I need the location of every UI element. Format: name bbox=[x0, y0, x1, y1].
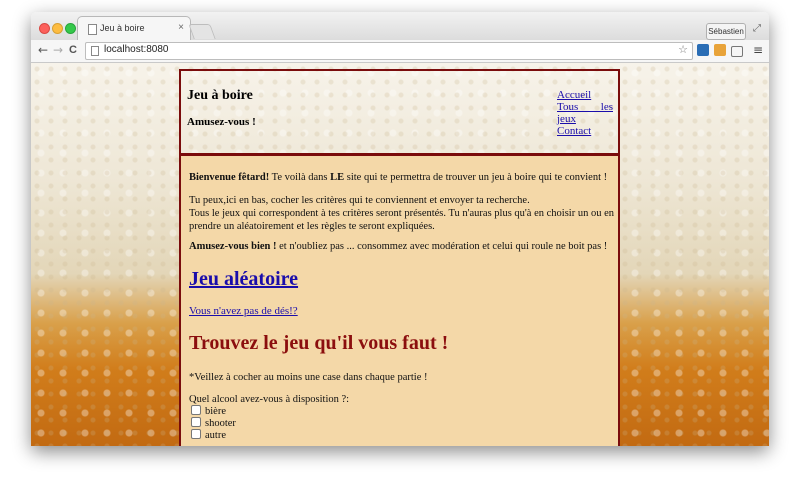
nav-link-contact[interactable]: Contact bbox=[557, 125, 613, 137]
page-icon bbox=[88, 24, 97, 35]
checkbox[interactable] bbox=[191, 417, 201, 427]
option-other[interactable]: autre bbox=[191, 429, 226, 441]
finder-heading: Trouvez le jeu qu'il vous faut ! bbox=[189, 332, 449, 354]
fullscreen-icon[interactable]: ⤢ bbox=[753, 23, 761, 34]
extension-icon[interactable] bbox=[697, 44, 709, 56]
tab-close-icon[interactable]: × bbox=[178, 22, 184, 33]
welcome-text-end: site qui te permettra de trouver un jeu … bbox=[344, 172, 608, 183]
main-content: Bienvenue fêtard! Te voilà dans LE site … bbox=[179, 156, 620, 446]
welcome-le: LE bbox=[330, 172, 345, 183]
site-title: Jeu à boire bbox=[187, 88, 253, 103]
no-dice-link[interactable]: Vous n'avez pas de dés!? bbox=[189, 305, 298, 317]
nav-link-home[interactable]: Accueil bbox=[557, 89, 613, 101]
welcome-text: Te voilà dans bbox=[269, 172, 331, 183]
checkbox[interactable] bbox=[191, 405, 201, 415]
welcome-paragraph: Bienvenue fêtard! Te voilà dans LE site … bbox=[189, 171, 614, 184]
nav-link-all-games[interactable]: Tous les jeux bbox=[557, 101, 613, 125]
cast-icon[interactable] bbox=[731, 46, 743, 57]
bookmark-star-icon[interactable]: ☆ bbox=[678, 43, 688, 56]
address-bar[interactable]: localhost:8080 ☆ bbox=[85, 42, 693, 60]
welcome-bold: Bienvenue fêtard! bbox=[189, 172, 270, 183]
minimize-window-button[interactable] bbox=[52, 23, 63, 34]
option-label: bière bbox=[205, 406, 226, 417]
browser-tab[interactable]: Jeu à boire × bbox=[77, 16, 191, 41]
forward-icon[interactable]: → bbox=[53, 43, 63, 57]
menu-icon[interactable]: ≡ bbox=[753, 43, 763, 57]
instructions-line: Tu peux,ici en bas, cocher les critères … bbox=[189, 195, 530, 206]
required-note: *Veillez à cocher au moins une case dans… bbox=[189, 371, 614, 384]
option-label: autre bbox=[205, 430, 226, 441]
browser-toolbar: ← → C localhost:8080 ☆ ≡ bbox=[31, 40, 769, 63]
page-viewport: Jeu à boire Amusez-vous ! Accueil Tous l… bbox=[31, 63, 769, 446]
have-fun-paragraph: Amusez-vous bien ! et n'oubliez pas ... … bbox=[189, 240, 614, 253]
page-icon bbox=[91, 46, 99, 56]
site-tagline: Amusez-vous ! bbox=[187, 116, 256, 128]
have-fun-text: et n'oubliez pas ... consommez avec modé… bbox=[276, 241, 608, 252]
new-tab-button[interactable] bbox=[188, 24, 216, 39]
title-bar: Jeu à boire × Sébastien ⤢ bbox=[31, 12, 769, 41]
option-beer[interactable]: bière bbox=[191, 405, 226, 417]
extension-icon[interactable] bbox=[714, 44, 726, 56]
checkbox[interactable] bbox=[191, 429, 201, 439]
back-icon[interactable]: ← bbox=[38, 43, 48, 57]
reload-icon[interactable]: C bbox=[69, 44, 77, 56]
required-note-text: Veillez à cocher au moins une case dans … bbox=[194, 372, 428, 383]
site-header: Jeu à boire Amusez-vous ! Accueil Tous l… bbox=[179, 69, 620, 155]
random-game-link[interactable]: Jeu aléatoire bbox=[189, 268, 298, 291]
option-label: shooter bbox=[205, 418, 236, 429]
page-container: Jeu à boire Amusez-vous ! Accueil Tous l… bbox=[179, 69, 620, 446]
have-fun-bold: Amusez-vous bien ! bbox=[189, 241, 277, 252]
tab-title: Jeu à boire bbox=[100, 23, 145, 33]
close-window-button[interactable] bbox=[39, 23, 50, 34]
zoom-window-button[interactable] bbox=[65, 23, 76, 34]
instructions-paragraph: Tu peux,ici en bas, cocher les critères … bbox=[189, 194, 614, 233]
site-nav: Accueil Tous les jeux Contact bbox=[557, 89, 613, 137]
instructions-line: prendre un aléatoirement et les règles t… bbox=[189, 221, 435, 232]
user-profile-button[interactable]: Sébastien bbox=[706, 23, 746, 40]
instructions-line: Tous le jeux qui correspondent à tes cri… bbox=[189, 208, 614, 219]
url-text: localhost:8080 bbox=[104, 44, 169, 55]
alcohol-question: Quel alcool avez-vous à disposition ?: bbox=[189, 394, 350, 405]
browser-window: Jeu à boire × Sébastien ⤢ ← → C localhos… bbox=[31, 12, 769, 446]
option-shooter[interactable]: shooter bbox=[191, 417, 236, 429]
